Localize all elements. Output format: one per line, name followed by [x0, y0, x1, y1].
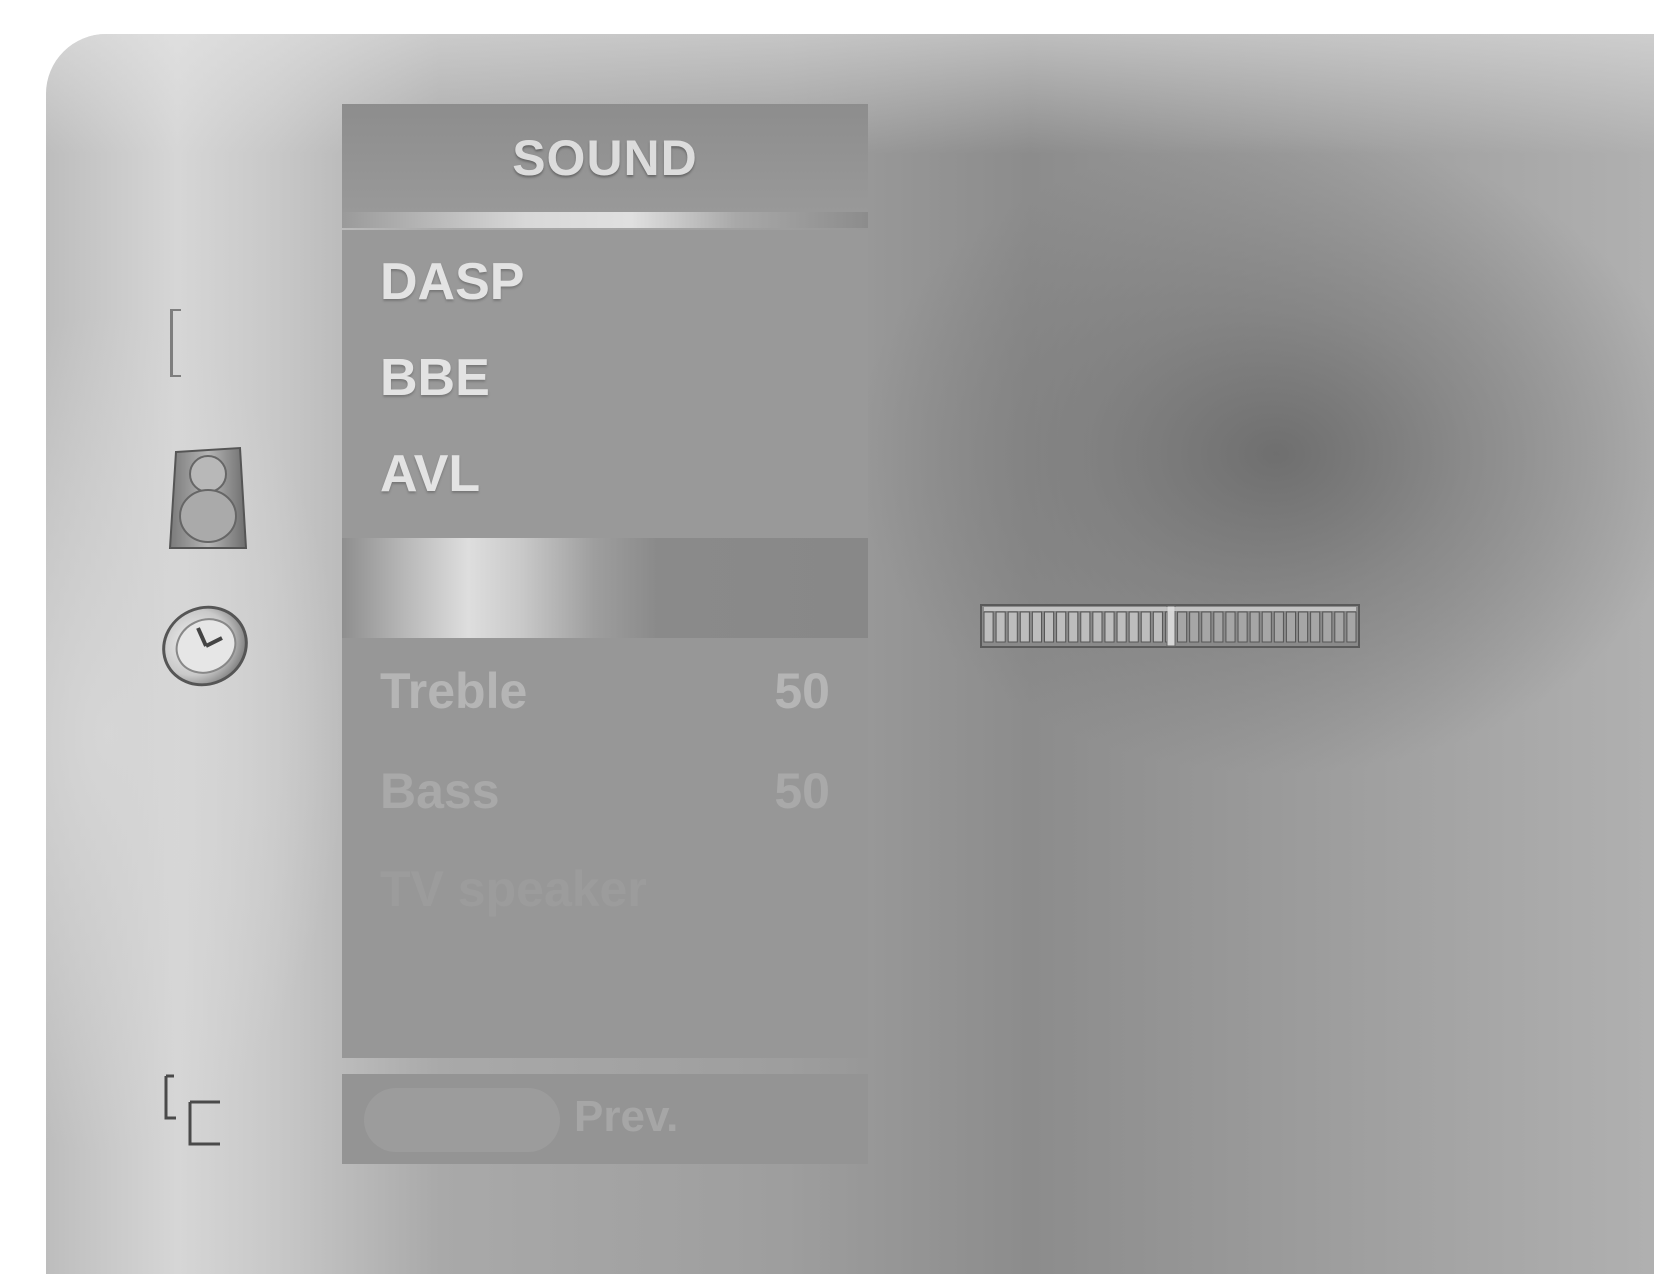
- prev-button[interactable]: [364, 1088, 560, 1152]
- slider-segment: [1140, 611, 1151, 643]
- speaker-icon[interactable]: [168, 446, 248, 550]
- slider-segment: [1213, 611, 1224, 643]
- slider-segment: [1177, 611, 1188, 643]
- menu-item-bbe[interactable]: BBE: [380, 348, 490, 408]
- slider-segment: [1237, 611, 1248, 643]
- slider-segment: [1334, 611, 1345, 643]
- slider-segment: [1346, 611, 1357, 643]
- slider-segment: [1189, 611, 1200, 643]
- menu-title: SOUND: [512, 130, 698, 186]
- slider-segment: [1007, 611, 1018, 643]
- slider-segment: [1201, 611, 1212, 643]
- slider-segment: [1019, 611, 1030, 643]
- submenu-panel: Treble 50 Bass 50 TV speaker: [342, 638, 868, 1058]
- slider-segment: [995, 611, 1006, 643]
- slider-segment: [1080, 611, 1091, 643]
- submenu-row-treble[interactable]: Treble 50: [380, 662, 830, 720]
- slider-segment: [1116, 611, 1127, 643]
- prev-label: Prev.: [574, 1092, 679, 1141]
- slider-segment: [1285, 611, 1297, 643]
- slider-segment: [1310, 611, 1321, 643]
- slider-segment: [1043, 611, 1055, 643]
- slider-segment: [1092, 611, 1103, 643]
- bracket-icon: [170, 309, 181, 377]
- bass-value: 50: [774, 763, 830, 819]
- bass-label: Bass: [380, 763, 500, 819]
- level-slider[interactable]: [980, 604, 1360, 648]
- tv-speaker-label: TV speaker: [380, 861, 647, 917]
- slider-segment: [1068, 611, 1079, 643]
- slider-highlight: [984, 607, 1356, 611]
- slider-segment: [1273, 611, 1284, 643]
- menu-item-avl[interactable]: AVL: [380, 444, 480, 504]
- treble-label: Treble: [380, 663, 528, 719]
- slider-segment: [1056, 611, 1067, 643]
- menu-header: SOUND: [342, 104, 868, 212]
- slider-segment: [1261, 611, 1272, 643]
- treble-value: 50: [774, 663, 830, 719]
- slider-segment: [1031, 611, 1042, 643]
- menu-item-highlight[interactable]: [342, 538, 868, 638]
- submenu-row-tv-speaker[interactable]: TV speaker: [380, 860, 830, 918]
- slider-segment: [1298, 611, 1309, 643]
- slider-segment: [1152, 611, 1163, 643]
- slider-segment: [983, 611, 994, 643]
- clock-icon[interactable]: [156, 594, 254, 692]
- slider-knob[interactable]: [1166, 605, 1176, 647]
- slider-segment: [1225, 611, 1236, 643]
- slider-segment: [1104, 611, 1115, 643]
- submenu-row-bass[interactable]: Bass 50: [380, 762, 830, 820]
- header-divider: [342, 212, 868, 228]
- menu-item-dasp[interactable]: DASP: [380, 252, 524, 312]
- footer-bar: Prev.: [342, 1074, 868, 1164]
- slider-segment: [1249, 611, 1260, 643]
- slider-segment: [1128, 611, 1139, 643]
- slider-segment: [1322, 611, 1333, 643]
- menu-list: DASP BBE AVL: [342, 230, 868, 538]
- osd-screen: SOUND DASP BBE AVL Treble 50 Bass 50 TV …: [46, 34, 1654, 1274]
- corner-bracket-icon[interactable]: [162, 1074, 226, 1146]
